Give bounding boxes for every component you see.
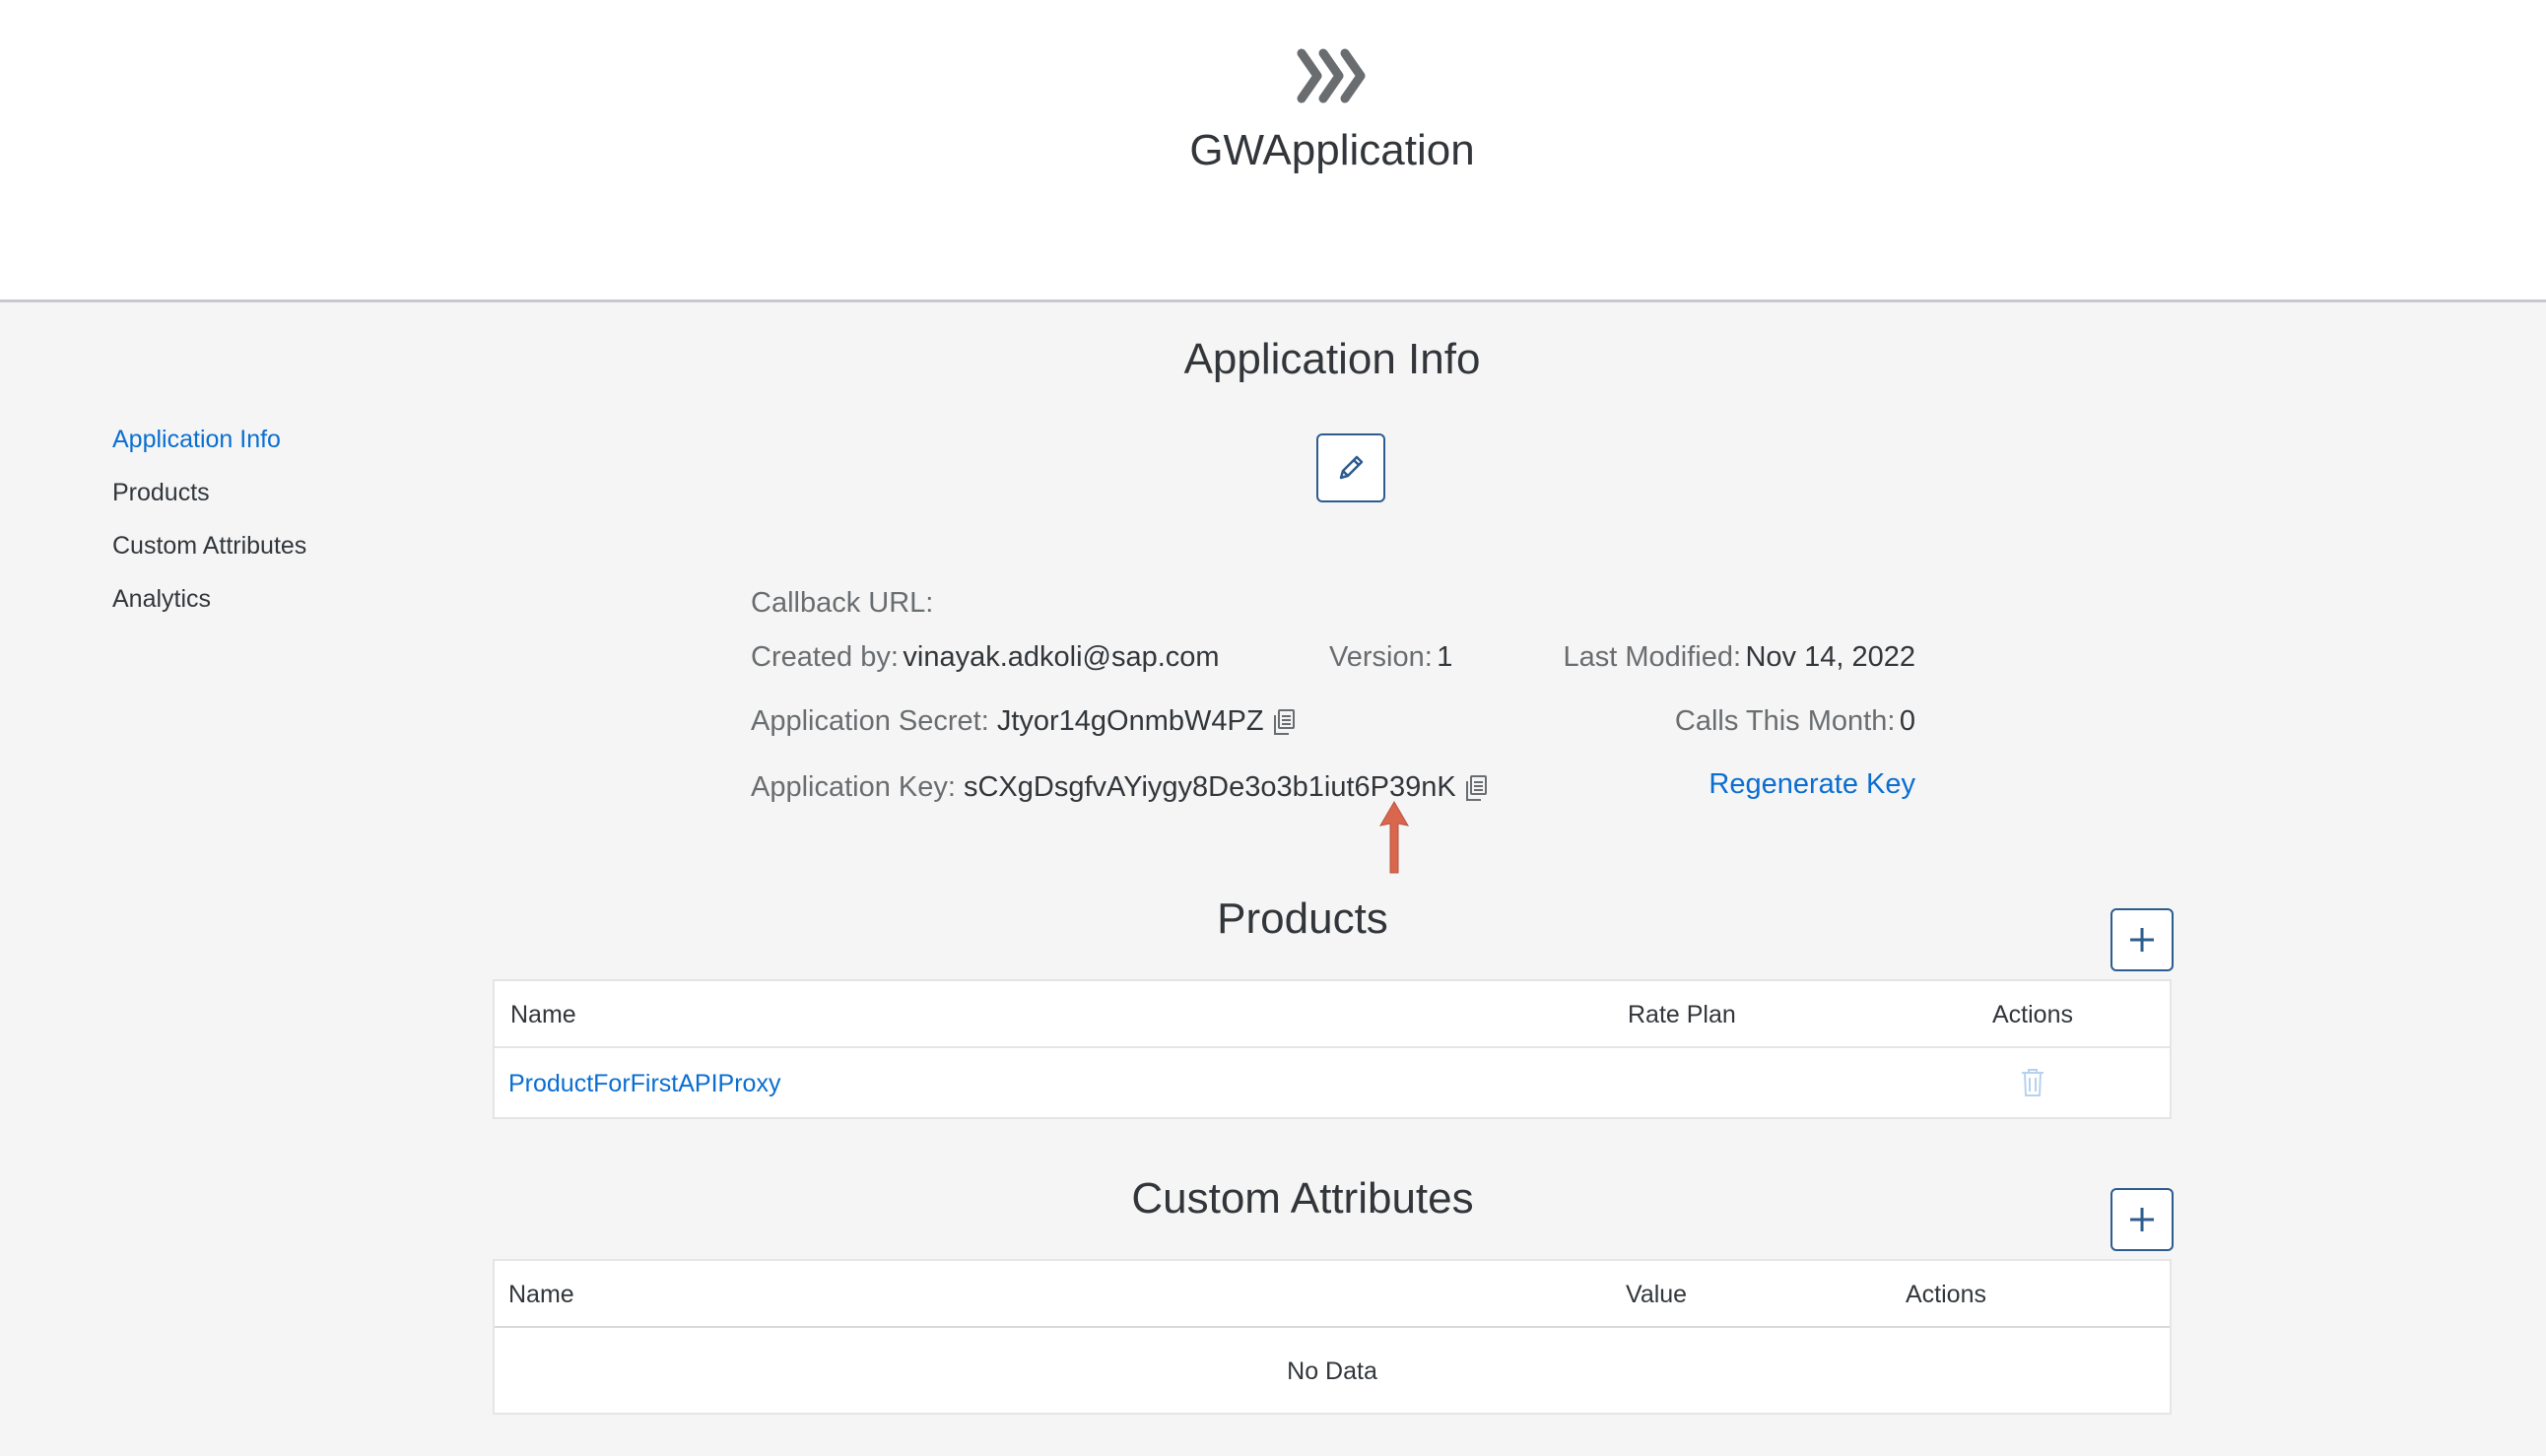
product-name-link[interactable]: ProductForFirstAPIProxy [508,1070,780,1098]
copy-key-icon[interactable] [1464,774,1488,802]
version-label: Version: [1329,641,1433,673]
regenerate-key-link[interactable]: Regenerate Key [1708,768,1915,801]
callback-url-label: Callback URL: [751,587,934,619]
application-secret-label: Application Secret: [751,705,989,737]
products-table: Name Rate Plan Actions ProductForFirstAP… [493,979,2172,1119]
app-title: GWApplication [1189,126,1475,174]
edit-button[interactable] [1316,433,1385,502]
custom-attributes-table: Name Value Actions No Data [493,1259,2172,1415]
red-arrow-up-icon [1379,801,1409,874]
column-header-name: Name [508,1281,574,1308]
add-custom-attribute-button[interactable] [2110,1188,2174,1251]
application-secret-value: Jtyor14gOnmbW4PZ [996,705,1264,737]
copy-secret-icon[interactable] [1272,708,1296,736]
created-by-label: Created by: [751,641,899,673]
plus-icon [2130,1208,2154,1231]
sidebar-item-analytics[interactable]: Analytics [112,585,211,614]
plus-icon [2130,928,2154,952]
custom-attributes-title: Custom Attributes [1131,1174,1474,1223]
header-divider [495,1326,2170,1328]
sidebar-item-application-info[interactable]: Application Info [112,426,281,454]
application-key-label: Application Key: [751,771,956,803]
application-info-title: Application Info [1183,335,1481,383]
table-row: ProductForFirstAPIProxy [495,1048,2170,1119]
last-modified-label: Last Modified: [1563,641,1742,673]
created-by-value: vinayak.adkoli@sap.com [903,641,1220,673]
sidebar-item-products[interactable]: Products [112,479,210,507]
calls-this-month-value: 0 [1899,705,1915,737]
last-modified-value: Nov 14, 2022 [1745,641,1915,673]
trash-icon[interactable] [2020,1068,2045,1097]
column-header-actions: Actions [1992,1001,2073,1028]
pencil-icon [1339,455,1364,480]
column-header-actions: Actions [1906,1281,1986,1308]
add-product-button[interactable] [2110,908,2174,971]
sidebar-item-custom-attributes[interactable]: Custom Attributes [112,532,306,561]
column-header-rate-plan: Rate Plan [1628,1001,1736,1028]
column-header-name: Name [510,1001,576,1028]
products-title: Products [1217,894,1388,943]
version-value: 1 [1437,641,1453,673]
column-header-value: Value [1626,1281,1688,1308]
no-data-text: No Data [1287,1357,1377,1385]
triple-chevron-icon [1297,48,1366,103]
calls-this-month-label: Calls This Month: [1674,705,1896,737]
